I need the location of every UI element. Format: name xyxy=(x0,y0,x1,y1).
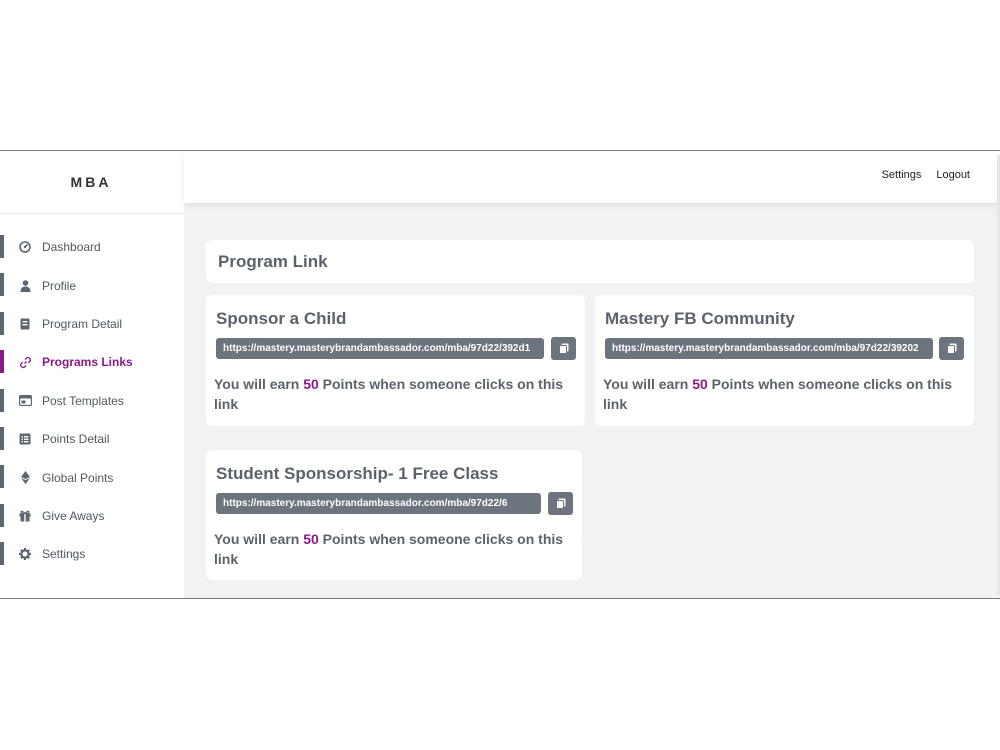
link-icon xyxy=(18,355,32,369)
copy-icon xyxy=(555,498,565,509)
template-icon xyxy=(18,394,32,408)
sidebar-item-settings[interactable]: Settings xyxy=(0,535,184,573)
earn-prefix: You will earn xyxy=(214,531,300,547)
program-url[interactable]: https://mastery.masterybrandambassador.c… xyxy=(605,338,933,359)
sidebar-item-label: Settings xyxy=(42,547,86,562)
file-icon xyxy=(18,317,32,331)
logout-link[interactable]: Logout xyxy=(936,169,970,181)
sidebar-item-label: Profile xyxy=(42,278,77,293)
sidebar-item-global-points[interactable]: Global Points xyxy=(0,458,184,496)
copy-link-button[interactable] xyxy=(551,337,576,360)
page-title: Program Link xyxy=(218,252,328,271)
sidebar-item-label: Post Templates xyxy=(42,393,124,408)
sidebar-item-post-templates[interactable]: Post Templates xyxy=(0,382,184,420)
sidebar-item-label: Program Detail xyxy=(42,316,123,331)
sidebar-item-label: Points Detail xyxy=(42,432,110,447)
ethereum-icon xyxy=(18,471,32,485)
user-icon xyxy=(18,279,32,293)
sidebar-item-give-aways[interactable]: Give Aways xyxy=(0,497,184,535)
gift-icon xyxy=(18,509,32,523)
program-url[interactable]: https://mastery.masterybrandambassador.c… xyxy=(216,493,541,514)
copy-link-button[interactable] xyxy=(548,492,573,515)
program-link-card: Mastery FB Community https://mastery.mas… xyxy=(595,295,974,426)
gear-icon xyxy=(18,547,32,561)
program-link-card: Sponsor a Child https://mastery.masteryb… xyxy=(206,295,585,426)
app-window: MBA Dashboard Profile Program Detail Pro… xyxy=(0,150,1000,599)
page-header-card: Program Link xyxy=(206,240,974,283)
sidebar-item-profile[interactable]: Profile xyxy=(0,266,184,304)
program-name: Mastery FB Community xyxy=(605,309,795,328)
points-value: 50 xyxy=(303,376,319,392)
sidebar: MBA Dashboard Profile Program Detail Pro… xyxy=(0,151,184,598)
sidebar-item-label: Give Aways xyxy=(42,508,105,523)
sidebar-item-label: Global Points xyxy=(42,470,114,485)
sidebar-nav: Dashboard Profile Program Detail Program… xyxy=(0,228,184,574)
sidebar-item-dashboard[interactable]: Dashboard xyxy=(0,228,184,266)
list-icon xyxy=(18,432,32,446)
brand-text: MBA xyxy=(70,174,112,190)
program-name: Student Sponsorship- 1 Free Class xyxy=(216,464,499,483)
sidebar-item-label: Programs Links xyxy=(42,355,133,370)
copy-link-button[interactable] xyxy=(939,337,964,360)
top-nav-links: Settings Logout xyxy=(882,169,970,181)
sidebar-item-label: Dashboard xyxy=(42,240,101,255)
program-url[interactable]: https://mastery.masterybrandambassador.c… xyxy=(216,338,544,359)
points-value: 50 xyxy=(303,531,319,547)
earn-prefix: You will earn xyxy=(603,376,689,392)
points-info: You will earn 50 Points when someone cli… xyxy=(214,529,584,569)
program-name: Sponsor a Child xyxy=(216,309,347,328)
points-value: 50 xyxy=(692,376,708,392)
dashboard-gauge-icon xyxy=(18,240,32,254)
copy-icon xyxy=(946,343,956,354)
earn-prefix: You will earn xyxy=(214,376,300,392)
program-link-card: Student Sponsorship- 1 Free Class https:… xyxy=(206,450,582,580)
settings-link[interactable]: Settings xyxy=(882,169,922,181)
sidebar-item-points-detail[interactable]: Points Detail xyxy=(0,420,184,458)
points-info: You will earn 50 Points when someone cli… xyxy=(214,374,584,414)
points-info: You will earn 50 Points when someone cli… xyxy=(603,374,973,414)
sidebar-item-program-detail[interactable]: Program Detail xyxy=(0,305,184,343)
top-bar: Settings Logout xyxy=(184,151,1000,203)
brand-logo[interactable]: MBA xyxy=(0,151,184,214)
sidebar-item-programs-links[interactable]: Programs Links xyxy=(0,343,184,381)
copy-icon xyxy=(558,343,568,354)
